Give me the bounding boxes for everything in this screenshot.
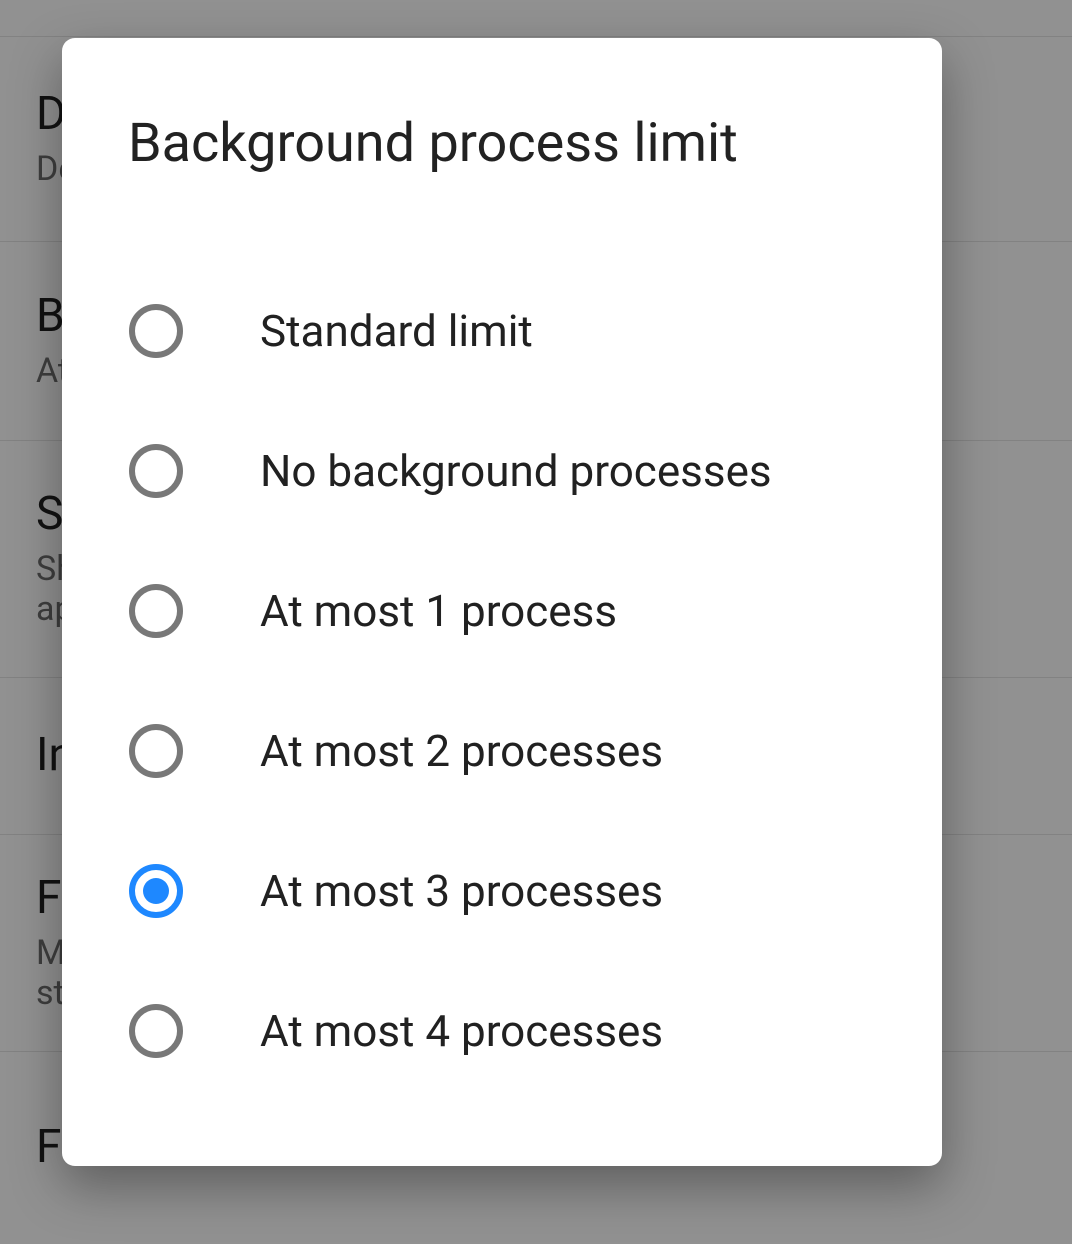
option-at-most-4-processes[interactable]: At most 4 processes <box>62 961 942 1101</box>
option-label: At most 1 process <box>260 584 617 639</box>
radio-icon <box>128 443 184 499</box>
option-at-most-2-processes[interactable]: At most 2 processes <box>62 681 942 821</box>
dialog-title: Background process limit <box>62 38 942 175</box>
radio-icon-selected <box>128 863 184 919</box>
radio-icon <box>128 583 184 639</box>
option-no-background-processes[interactable]: No background processes <box>62 401 942 541</box>
option-label: At most 2 processes <box>260 724 663 779</box>
background-process-limit-dialog: Background process limit Standard limit … <box>62 38 942 1166</box>
radio-icon <box>128 723 184 779</box>
option-label: Standard limit <box>260 304 533 359</box>
radio-icon <box>128 303 184 359</box>
option-label: No background processes <box>260 444 772 499</box>
option-standard-limit[interactable]: Standard limit <box>62 261 942 401</box>
option-label: At most 4 processes <box>260 1004 663 1059</box>
option-at-most-3-processes[interactable]: At most 3 processes <box>62 821 942 961</box>
option-label: At most 3 processes <box>260 864 663 919</box>
option-at-most-1-process[interactable]: At most 1 process <box>62 541 942 681</box>
radio-icon <box>128 1003 184 1059</box>
dialog-options: Standard limit No background processes A… <box>62 175 942 1101</box>
